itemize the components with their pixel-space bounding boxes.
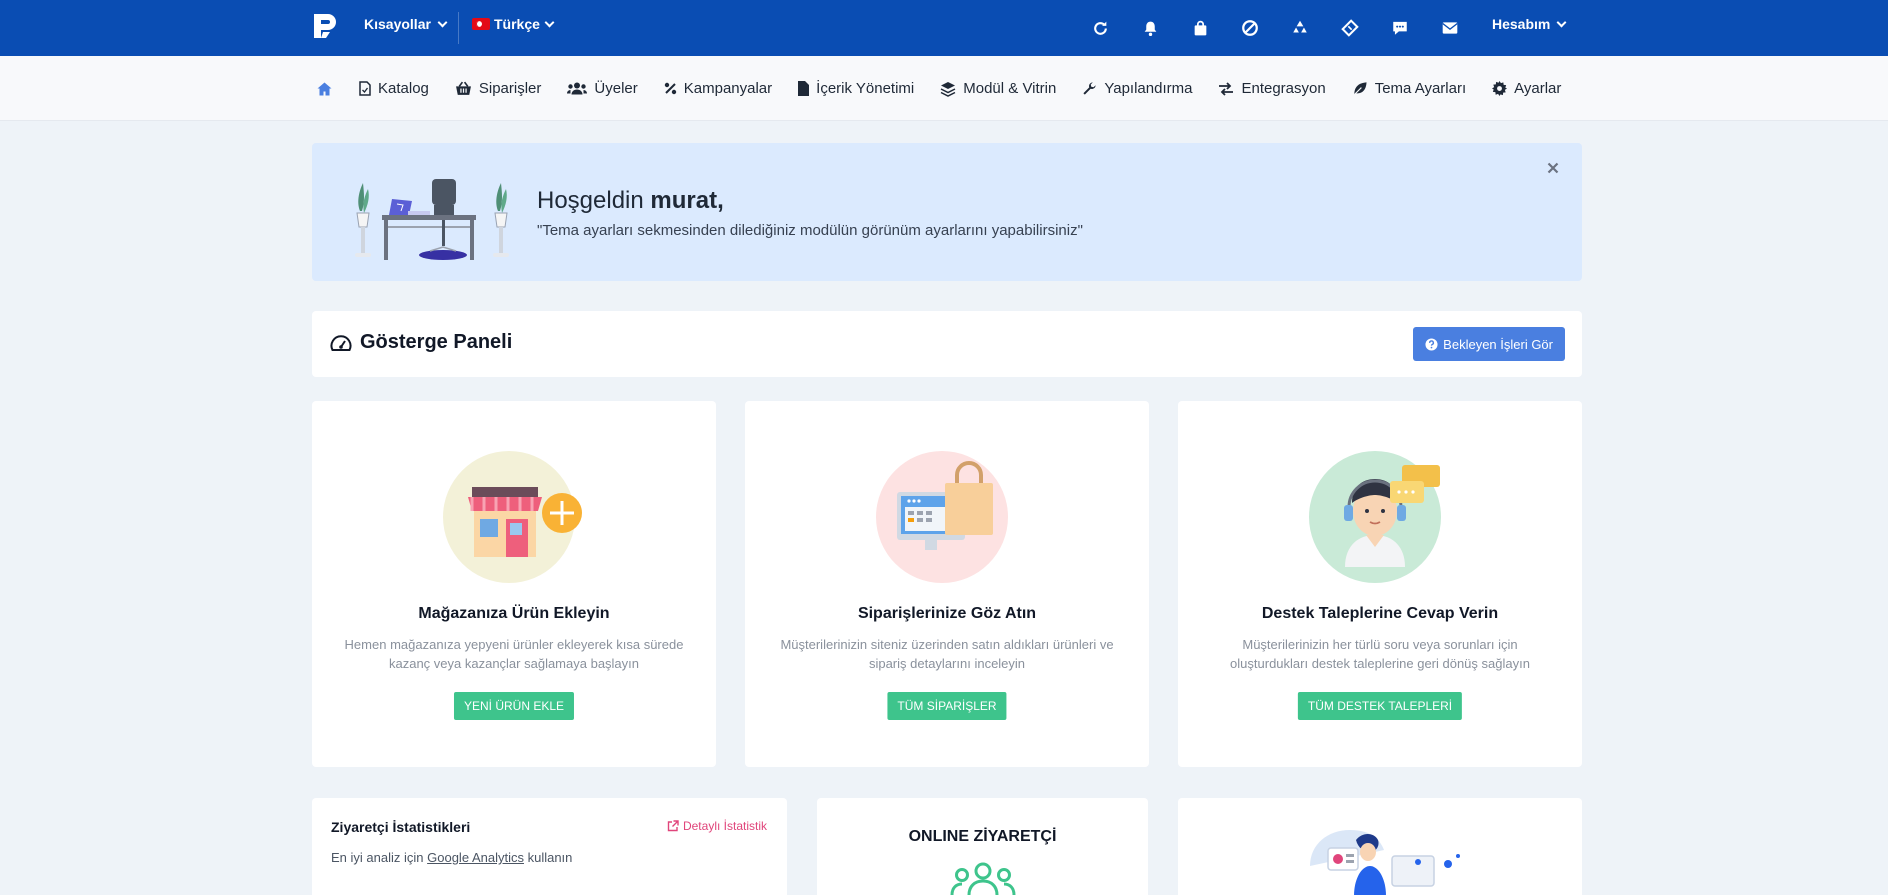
analytics-illustration-panel bbox=[1178, 798, 1582, 895]
detailed-stats-label: Detaylı İstatistik bbox=[682, 819, 767, 833]
language-selector[interactable]: Türkçe bbox=[472, 16, 555, 32]
shopping-bag-icon[interactable] bbox=[1184, 12, 1216, 44]
card-title: Siparişlerinize Göz Atın bbox=[857, 605, 1037, 622]
basket-icon bbox=[455, 81, 471, 95]
gear-icon bbox=[1492, 81, 1508, 96]
dashboard-title: Gösterge Paneli bbox=[360, 331, 513, 353]
ban-icon[interactable] bbox=[1234, 12, 1266, 44]
top-icon-group bbox=[1084, 12, 1466, 44]
add-product-card: Mağazanıza Ürün Ekleyin Hemen mağazanıza… bbox=[312, 401, 716, 767]
nav-label: Kampanyalar bbox=[683, 80, 773, 97]
nav-item-kampanyalar[interactable]: Kampanyalar bbox=[664, 80, 772, 97]
all-orders-button[interactable]: TÜM SİPARİŞLER bbox=[887, 692, 1007, 720]
nav-label: Üyeler bbox=[594, 80, 638, 97]
envelope-icon[interactable] bbox=[1434, 12, 1466, 44]
card-title: Destek Taleplerine Cevap Verin bbox=[1261, 605, 1499, 622]
chevron-down-icon bbox=[544, 17, 555, 27]
nav-item-icerik-yonetimi[interactable]: İçerik Yönetimi bbox=[798, 80, 914, 97]
external-link-icon bbox=[667, 820, 679, 832]
card-description: Hemen mağazanıza yepyeni ürünler ekleyer… bbox=[344, 637, 684, 671]
online-visitors-title: ONLINE ZİYARETÇİ bbox=[908, 828, 1057, 845]
main-nav: Katalog Siparişler Üyeler Kampanyalar İç… bbox=[0, 56, 1888, 121]
layers-icon bbox=[940, 81, 956, 97]
ticket-icon[interactable] bbox=[1334, 12, 1366, 44]
wrench-icon bbox=[1083, 82, 1096, 95]
shortcuts-label: Kısayollar bbox=[364, 16, 431, 32]
shortcuts-menu[interactable]: Kısayollar bbox=[364, 16, 448, 32]
top-bar: Kısayollar Türkçe Hesabım bbox=[0, 0, 1888, 56]
card-description: Müşterilerinizin siteniz üzerinden satın… bbox=[780, 637, 1114, 671]
google-analytics-link[interactable]: Google Analytics bbox=[427, 850, 524, 865]
welcome-title: Hoşgeldin murat, bbox=[537, 187, 724, 215]
orders-card: Siparişlerinize Göz Atın Müşterilerinizi… bbox=[745, 401, 1149, 767]
analytics-hint: En iyi analiz için Google Analytics kull… bbox=[331, 850, 572, 865]
card-title: Mağazanıza Ürün Ekleyin bbox=[418, 605, 610, 622]
bell-icon[interactable] bbox=[1134, 12, 1166, 44]
comment-icon[interactable] bbox=[1384, 12, 1416, 44]
home-icon bbox=[317, 82, 332, 95]
exchange-icon bbox=[1219, 81, 1234, 96]
users-icon bbox=[950, 862, 1015, 895]
nav-label: Katalog bbox=[378, 80, 429, 97]
nav-item-siparisler[interactable]: Siparişler bbox=[455, 80, 542, 97]
account-menu[interactable]: Hesabım bbox=[1492, 16, 1567, 32]
nav-label: Yapılandırma bbox=[1104, 80, 1193, 97]
welcome-banner: Hoşgeldin murat, "Tema ayarları sekmesin… bbox=[312, 143, 1582, 281]
logo-icon[interactable] bbox=[310, 10, 342, 42]
orders-illustration bbox=[876, 451, 1008, 583]
nav-label: Siparişler bbox=[478, 80, 542, 97]
analytics-hint-prefix: En iyi analiz için bbox=[331, 850, 424, 865]
desk-illustration bbox=[355, 179, 509, 260]
turkey-flag-icon bbox=[472, 18, 490, 30]
username: murat, bbox=[650, 187, 724, 214]
recycle-icon[interactable] bbox=[1284, 12, 1316, 44]
page-title: Gösterge Paneli bbox=[330, 331, 512, 354]
account-label: Hesabım bbox=[1492, 16, 1551, 32]
support-card: Destek Taleplerine Cevap Verin Müşterile… bbox=[1178, 401, 1582, 767]
all-support-tickets-button[interactable]: TÜM DESTEK TALEPLERİ bbox=[1297, 692, 1463, 720]
percent-icon bbox=[664, 82, 676, 95]
gauge-icon bbox=[330, 334, 352, 351]
users-icon bbox=[567, 82, 588, 95]
refresh-icon[interactable] bbox=[1084, 12, 1116, 44]
nav-item-entegrasyon[interactable]: Entegrasyon bbox=[1218, 80, 1326, 97]
detailed-stats-link[interactable]: Detaylı İstatistik bbox=[667, 819, 767, 833]
nav-item-uyeler[interactable]: Üyeler bbox=[567, 80, 638, 97]
visitor-stats-panel: Ziyaretçi İstatistikleri Detaylı İstatis… bbox=[312, 798, 787, 895]
support-illustration bbox=[1309, 451, 1441, 583]
store-illustration bbox=[443, 451, 582, 583]
new-product-button[interactable]: YENİ ÜRÜN EKLE bbox=[453, 692, 575, 720]
nav-item-tema-ayarlari[interactable]: Tema Ayarları bbox=[1352, 80, 1466, 97]
nav-label: Modül & Vitrin bbox=[963, 80, 1057, 97]
close-icon[interactable] bbox=[1542, 157, 1564, 179]
leaf-icon bbox=[1354, 82, 1367, 95]
language-label: Türkçe bbox=[494, 16, 540, 32]
nav-label: Entegrasyon bbox=[1241, 80, 1326, 97]
nav-home[interactable] bbox=[316, 81, 333, 97]
nav-label: İçerik Yönetimi bbox=[816, 80, 915, 97]
nav-label: Ayarlar bbox=[1514, 80, 1562, 97]
welcome-message: "Tema ayarları sekmesinden dilediğiniz m… bbox=[537, 222, 1083, 239]
card-description: Müşterilerinizin her türlü soru veya sor… bbox=[1230, 637, 1530, 671]
nav-item-modul-vitrin[interactable]: Modül & Vitrin bbox=[940, 80, 1056, 97]
file-icon bbox=[359, 81, 371, 96]
divider bbox=[458, 12, 459, 44]
nav-item-ayarlar[interactable]: Ayarlar bbox=[1492, 80, 1561, 97]
document-icon bbox=[798, 81, 810, 96]
pending-tasks-button[interactable]: Bekleyen İşleri Gör bbox=[1413, 327, 1565, 361]
greeting: Hoşgeldin bbox=[537, 187, 644, 214]
pending-tasks-label: Bekleyen İşleri Gör bbox=[1443, 336, 1553, 352]
online-visitors-panel: ONLINE ZİYARETÇİ bbox=[817, 798, 1148, 895]
nav-label: Tema Ayarları bbox=[1374, 80, 1467, 97]
nav-item-yapilandirma[interactable]: Yapılandırma bbox=[1082, 80, 1192, 97]
nav-item-katalog[interactable]: Katalog bbox=[359, 80, 429, 97]
analytics-person-illustration bbox=[1310, 830, 1460, 895]
chevron-down-icon bbox=[437, 17, 448, 27]
chevron-down-icon bbox=[1556, 17, 1567, 27]
question-circle-icon bbox=[1425, 337, 1438, 351]
analytics-hint-suffix: kullanın bbox=[527, 850, 573, 865]
visitor-stats-title: Ziyaretçi İstatistikleri bbox=[331, 819, 471, 835]
dashboard-header: Gösterge Paneli Bekleyen İşleri Gör bbox=[312, 311, 1582, 377]
